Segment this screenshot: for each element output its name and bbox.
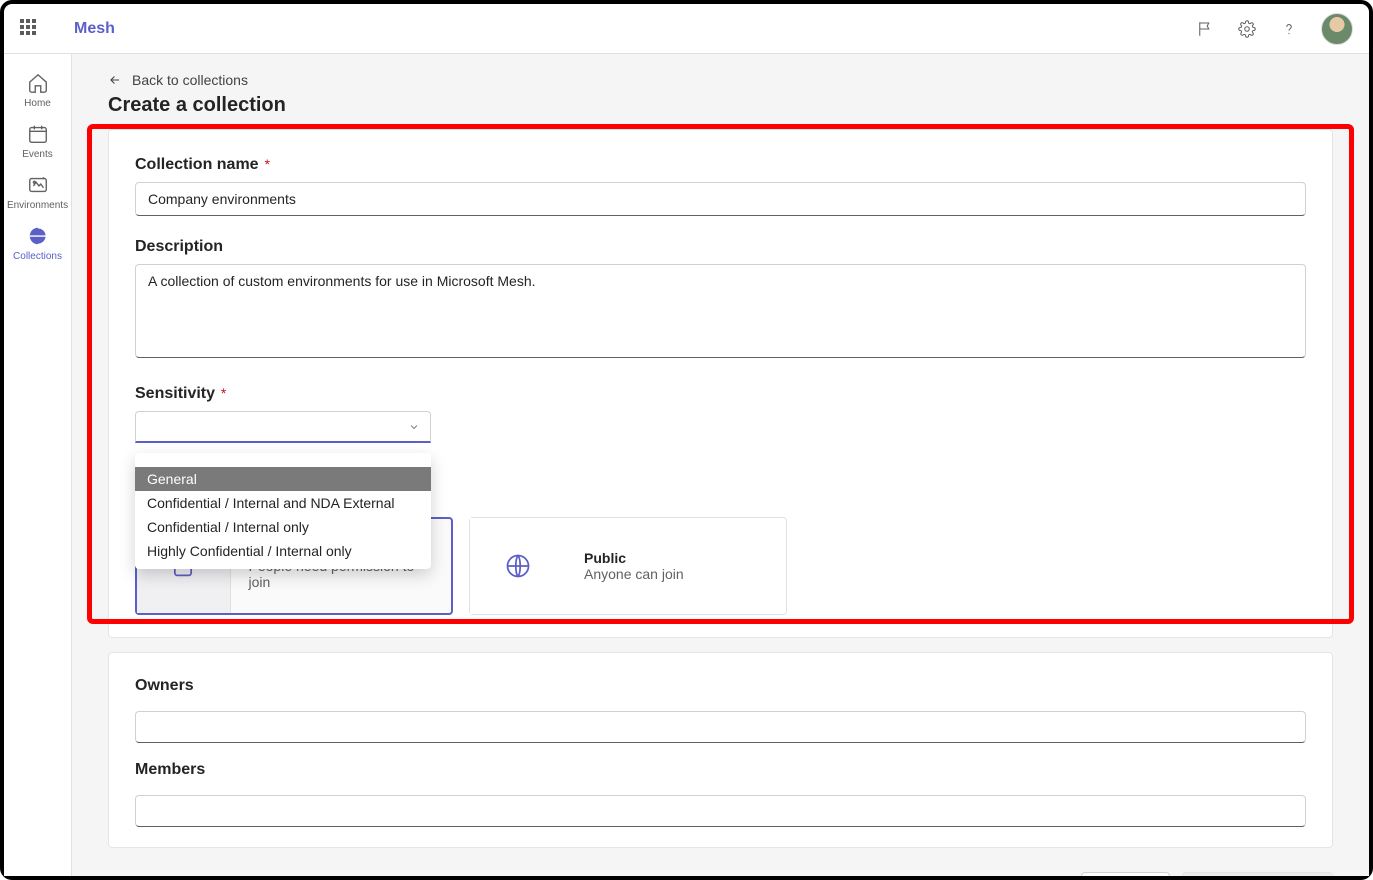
- owners-label: Owners: [135, 677, 1306, 695]
- create-collection-button[interactable]: Create collection: [1182, 872, 1333, 876]
- arrow-left-icon: [108, 73, 122, 87]
- left-nav: Home Events Environments Collections: [4, 54, 72, 876]
- app-title: Mesh: [74, 20, 115, 38]
- nav-events-label: Events: [22, 149, 53, 160]
- footer-buttons: Discard Create collection: [108, 862, 1333, 876]
- page-title: Create a collection: [108, 94, 1333, 117]
- nav-home[interactable]: Home: [10, 68, 66, 113]
- gear-icon[interactable]: [1237, 19, 1257, 39]
- privacy-public-subtitle: Anyone can join: [584, 566, 684, 582]
- nav-collections-label: Collections: [13, 251, 62, 262]
- chevron-down-icon: [408, 421, 420, 433]
- sensitivity-option-general[interactable]: General: [135, 467, 431, 491]
- back-to-collections-link[interactable]: Back to collections: [108, 72, 1333, 88]
- sensitivity-select[interactable]: [135, 411, 431, 443]
- people-card: Owners Members: [108, 652, 1333, 848]
- sensitivity-label: Sensitivity *: [135, 385, 1306, 403]
- discard-button[interactable]: Discard: [1081, 872, 1170, 876]
- sensitivity-option-highly-confidential[interactable]: Highly Confidential / Internal only: [135, 539, 431, 563]
- members-label: Members: [135, 761, 1306, 779]
- sensitivity-dropdown: General Confidential / Internal and NDA …: [135, 453, 431, 569]
- nav-collections[interactable]: Collections: [10, 221, 66, 266]
- required-asterisk: *: [217, 385, 226, 401]
- top-bar: Mesh: [4, 4, 1369, 54]
- description-input[interactable]: [135, 264, 1306, 358]
- collection-name-input[interactable]: [135, 182, 1306, 216]
- user-avatar[interactable]: [1321, 13, 1353, 45]
- members-input[interactable]: [135, 795, 1306, 827]
- flag-icon[interactable]: [1195, 19, 1215, 39]
- globe-icon: [470, 518, 566, 614]
- collection-name-label: Collection name *: [135, 156, 1306, 174]
- nav-events[interactable]: Events: [10, 119, 66, 164]
- nav-environments[interactable]: Environments: [10, 170, 66, 215]
- sensitivity-option-confidential-nda[interactable]: Confidential / Internal and NDA External: [135, 491, 431, 515]
- app-frame: Mesh Home Events: [0, 0, 1373, 880]
- privacy-option-public[interactable]: Public Anyone can join: [469, 517, 787, 615]
- required-asterisk: *: [261, 156, 270, 172]
- help-icon[interactable]: [1279, 19, 1299, 39]
- sensitivity-option-confidential-internal[interactable]: Confidential / Internal only: [135, 515, 431, 539]
- owners-input[interactable]: [135, 711, 1306, 743]
- description-label: Description: [135, 238, 1306, 256]
- nav-environments-label: Environments: [7, 200, 68, 211]
- waffle-icon[interactable]: [20, 19, 40, 39]
- nav-home-label: Home: [24, 98, 51, 109]
- collection-details-card: Collection name * Description Sensitivit…: [108, 129, 1333, 638]
- back-link-label: Back to collections: [132, 72, 248, 88]
- privacy-public-title: Public: [584, 550, 684, 566]
- main-content: Back to collections Create a collection …: [72, 54, 1369, 876]
